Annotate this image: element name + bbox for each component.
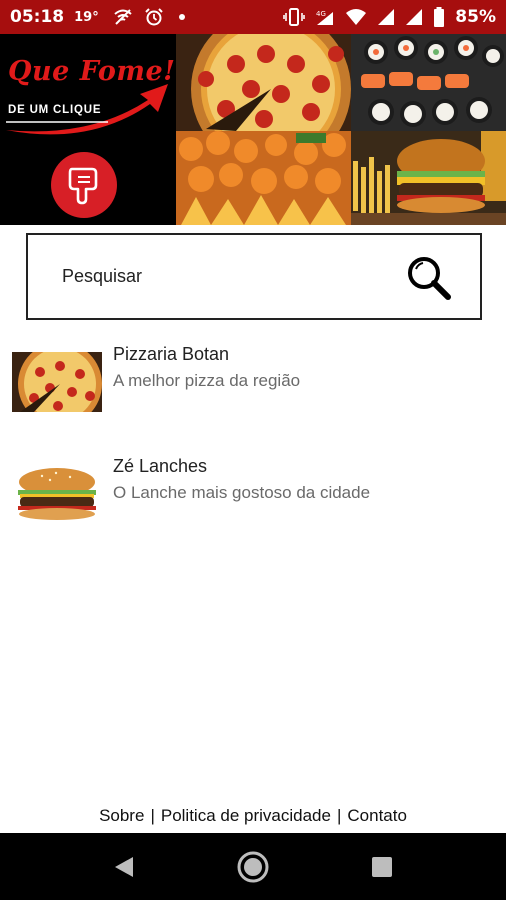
alarm-icon [145,8,163,26]
search-box[interactable] [26,233,482,320]
restaurant-list: Pizzaria Botan A melhor pizza da região … [0,338,506,562]
status-bar: 05:18 19° 4G 85% [0,0,506,34]
restaurant-description: A melhor pizza da região [113,371,301,390]
search-icon[interactable] [406,255,452,306]
wifi-off-icon [114,9,132,25]
wifi-icon [346,9,367,25]
svg-text:4G: 4G [316,10,326,18]
navigation-bar [0,833,506,900]
hand-pointer-icon [68,167,98,205]
tap-hand-button[interactable] [51,152,117,218]
back-icon[interactable] [104,847,144,887]
restaurant-name: Pizzaria Botan [113,344,230,364]
recents-icon[interactable] [362,847,402,887]
list-item[interactable]: Pizzaria Botan A melhor pizza da região [0,338,506,450]
notification-dot-icon [178,14,185,20]
signal-icon [378,9,395,25]
banner: Que Fome! DE UM CLIQUE [0,34,506,225]
footer-separator: | [150,806,155,825]
status-time: 05:18 [10,7,65,27]
restaurant-description: O Lanche mais gostoso da cidade [113,483,371,502]
snacks-image [176,131,351,225]
contact-link[interactable]: Contato [347,806,407,825]
swoosh-arrow-icon [6,84,168,135]
footer: Sobre | Politica de privacidade | Contato [0,806,506,826]
burger-image [351,131,506,225]
home-icon[interactable] [233,847,273,887]
restaurant-name: Zé Lanches [113,456,208,476]
about-link[interactable]: Sobre [99,806,144,825]
brand-panel: Que Fome! DE UM CLIQUE [0,34,176,225]
battery-icon [434,7,445,27]
pizza-image [176,34,351,131]
list-item[interactable]: Zé Lanches O Lanche mais gostoso da cida… [0,450,506,562]
pizza-thumbnail [12,352,102,412]
vibrate-icon [283,8,306,26]
battery-percent: 85% [455,7,496,27]
privacy-link[interactable]: Politica de privacidade [161,806,331,825]
footer-separator: | [336,806,342,825]
signal-4g-icon: 4G [316,10,334,25]
signal-2-icon [406,9,423,25]
status-temperature: 19° [74,9,99,25]
burger-thumbnail [12,464,102,524]
sushi-image [351,34,506,131]
search-input[interactable] [60,255,384,298]
